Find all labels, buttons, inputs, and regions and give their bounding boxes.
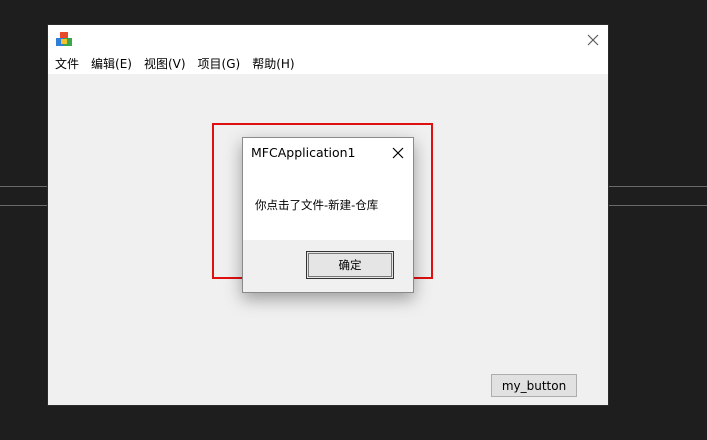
close-button[interactable] — [578, 25, 608, 55]
menu-project[interactable]: 项目(G) — [192, 55, 247, 74]
dialog-title-bar[interactable]: MFCApplication1 — [243, 138, 413, 168]
menu-bar: 文件 编辑(E) 视图(V) 项目(G) 帮助(H) — [48, 55, 608, 74]
menu-help[interactable]: 帮助(H) — [246, 55, 300, 74]
close-icon — [587, 34, 599, 46]
dialog-message: 你点击了文件-新建-仓库 — [255, 198, 379, 212]
dialog-close-button[interactable] — [387, 142, 409, 164]
menu-edit[interactable]: 编辑(E) — [85, 55, 138, 74]
message-dialog: MFCApplication1 你点击了文件-新建-仓库 确定 — [242, 137, 414, 293]
menu-file[interactable]: 文件 — [49, 55, 85, 74]
menu-view[interactable]: 视图(V) — [138, 55, 192, 74]
my-button[interactable]: my_button — [491, 374, 577, 397]
dialog-footer: 确定 — [243, 240, 413, 292]
dialog-body: 你点击了文件-新建-仓库 — [243, 168, 413, 240]
close-icon — [392, 147, 404, 159]
title-bar[interactable] — [48, 25, 608, 55]
app-icon — [55, 31, 73, 49]
dialog-title: MFCApplication1 — [251, 145, 356, 160]
ok-button[interactable]: 确定 — [306, 251, 394, 279]
